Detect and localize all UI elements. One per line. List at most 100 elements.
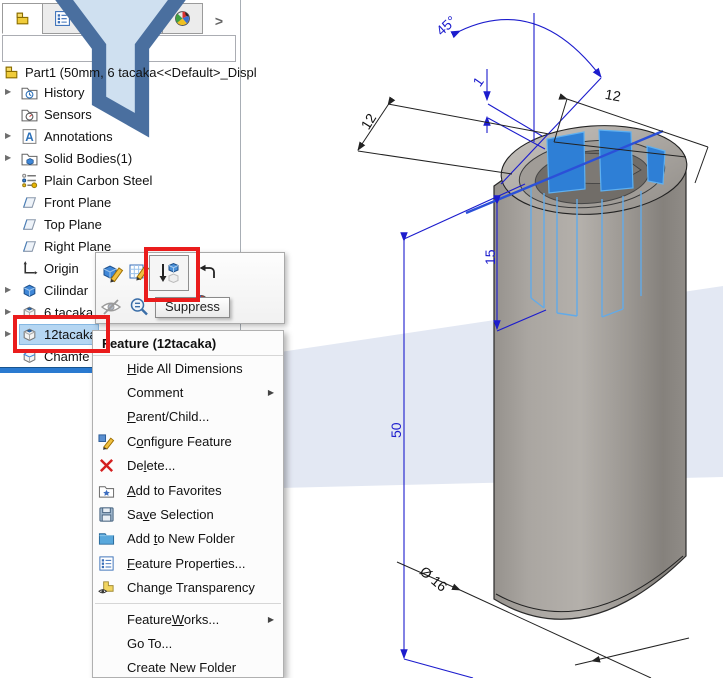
tree-item-label: 12tacaka xyxy=(44,327,97,342)
rollback-button[interactable] xyxy=(194,260,220,286)
tree-item-label: Front Plane xyxy=(44,195,111,210)
menu-item-label: Add to Favorites xyxy=(127,483,222,498)
save-selection-icon xyxy=(97,506,116,523)
menu-item-comment[interactable]: Comment ▶ xyxy=(93,380,283,404)
configure-feature-icon xyxy=(97,433,116,450)
solid-bodies-icon xyxy=(21,150,38,167)
hide-button[interactable] xyxy=(98,294,124,320)
dim-diameter: Ø 16 xyxy=(417,563,451,595)
menu-item-label: Create New Folder xyxy=(127,660,236,675)
filter-funnel-icon xyxy=(6,0,235,166)
tree-filter-input[interactable] xyxy=(2,35,236,62)
menu-item-no-icon xyxy=(97,635,116,652)
menu-item-go-to[interactable]: Go To... xyxy=(93,631,283,655)
delete-icon xyxy=(97,457,116,474)
menu-item-parent-child[interactable]: Parent/Child... xyxy=(93,405,283,429)
annotations-icon: A xyxy=(21,128,38,145)
cylinder-model[interactable] xyxy=(494,120,690,620)
tree-item-label: Sensors xyxy=(44,107,92,122)
rollback-icon xyxy=(197,263,217,283)
menu-item-create-new-folder[interactable]: Create New Folder xyxy=(93,656,283,678)
origin-icon xyxy=(21,260,38,277)
tree-item-label: Chamfe xyxy=(44,349,90,364)
material-icon xyxy=(21,172,38,189)
menu-item-label: Go To... xyxy=(127,636,172,651)
history-icon xyxy=(21,84,38,101)
plane-icon xyxy=(21,238,38,255)
edit-sketch-icon xyxy=(128,261,150,283)
tree-item-label: Origin xyxy=(44,261,79,276)
magnifier-icon xyxy=(128,296,150,318)
menu-separator xyxy=(95,603,281,604)
menu-item-no-icon xyxy=(97,611,116,628)
plane-icon xyxy=(21,216,38,233)
menu-item-label: Feature Properties... xyxy=(127,556,246,571)
dim-angle: 45° xyxy=(433,13,459,39)
edit-feature-icon xyxy=(102,261,124,283)
context-menu-header: Feature (12tacaka) xyxy=(93,331,283,356)
menu-item-label: Delete... xyxy=(127,458,175,473)
menu-item-label: FeatureWorks... xyxy=(127,612,219,627)
dim-width-right: 12 xyxy=(604,86,622,104)
suppress-button[interactable] xyxy=(149,255,189,291)
expand-arrow-icon[interactable]: ▶ xyxy=(5,88,11,96)
dim-width-left: 12 xyxy=(358,110,380,132)
menu-item-no-icon xyxy=(97,384,116,401)
menu-item-change-transparency[interactable]: Change Transparency xyxy=(93,576,283,600)
eye-slash-icon xyxy=(100,296,122,318)
plane-icon xyxy=(21,194,38,211)
tree-item-label: Top Plane xyxy=(44,217,102,232)
expand-arrow-icon[interactable]: ▶ xyxy=(5,286,11,294)
tree-item-label: 6 tacaka xyxy=(44,305,93,320)
menu-item-label: Configure Feature xyxy=(127,434,232,449)
edit-feature-button[interactable] xyxy=(100,259,126,285)
suppress-icon xyxy=(157,261,181,285)
expand-arrow-icon[interactable]: ▶ xyxy=(5,330,11,338)
submenu-arrow-icon: ▶ xyxy=(268,615,274,624)
cut-extrude-icon xyxy=(21,304,38,321)
menu-item-configure-feature[interactable]: Configure Feature xyxy=(93,429,283,453)
favorites-icon xyxy=(97,482,116,499)
tree-item-label: Plain Carbon Steel xyxy=(44,173,152,188)
dim-height: 50 xyxy=(388,422,404,438)
boss-extrude-icon xyxy=(21,282,38,299)
submenu-arrow-icon: ▶ xyxy=(268,388,274,397)
menu-item-label: Add to New Folder xyxy=(127,531,235,546)
new-folder-icon xyxy=(97,530,116,547)
menu-item-label: Parent/Child... xyxy=(127,409,209,424)
expand-arrow-icon[interactable]: ▶ xyxy=(5,308,11,316)
svg-text:A: A xyxy=(25,131,34,144)
menu-item-label: Save Selection xyxy=(127,507,214,522)
dim-depth: 15 xyxy=(482,249,498,265)
menu-item-no-icon xyxy=(97,408,116,425)
menu-item-save-selection[interactable]: Save Selection xyxy=(93,502,283,526)
part-icon xyxy=(3,64,20,81)
menu-item-label: Comment xyxy=(127,385,183,400)
menu-item-no-icon xyxy=(97,360,116,377)
tree-item-label: Cilindar xyxy=(44,283,88,298)
tree-item-label: Annotations xyxy=(44,129,113,144)
transparency-icon xyxy=(97,579,116,596)
zoom-to-selection-button[interactable] xyxy=(126,294,152,320)
rollback-bar[interactable] xyxy=(0,367,92,373)
sensors-icon xyxy=(21,106,38,123)
menu-item-featureworks[interactable]: FeatureWorks... ▶ xyxy=(93,607,283,631)
menu-item-delete[interactable]: Delete... xyxy=(93,454,283,478)
cut-extrude-icon xyxy=(21,326,38,343)
tree-item-label: History xyxy=(44,85,84,100)
tree-item-label: Solid Bodies(1) xyxy=(44,151,132,166)
expand-arrow-icon[interactable]: ▶ xyxy=(5,154,11,162)
feature-properties-icon xyxy=(97,555,116,572)
menu-item-hide-all-dimensions[interactable]: Hide All Dimensions xyxy=(93,356,283,380)
menu-item-label: Change Transparency xyxy=(127,580,255,595)
menu-item-add-to-new-folder[interactable]: Add to New Folder xyxy=(93,527,283,551)
chamfer-icon xyxy=(21,348,38,365)
feature-context-menu: Feature (12tacaka) Hide All Dimensions Co… xyxy=(92,330,284,678)
menu-item-feature-properties[interactable]: Feature Properties... xyxy=(93,551,283,575)
expand-arrow-icon[interactable]: ▶ xyxy=(5,132,11,140)
menu-item-label: Hide All Dimensions xyxy=(127,361,243,376)
menu-item-no-icon xyxy=(97,659,116,676)
dim-step: 1 xyxy=(469,74,487,90)
menu-item-add-to-favorites[interactable]: Add to Favorites xyxy=(93,478,283,502)
part-title: Part1 (50mm, 6 tacaka<<Default>_Displ xyxy=(25,65,257,80)
